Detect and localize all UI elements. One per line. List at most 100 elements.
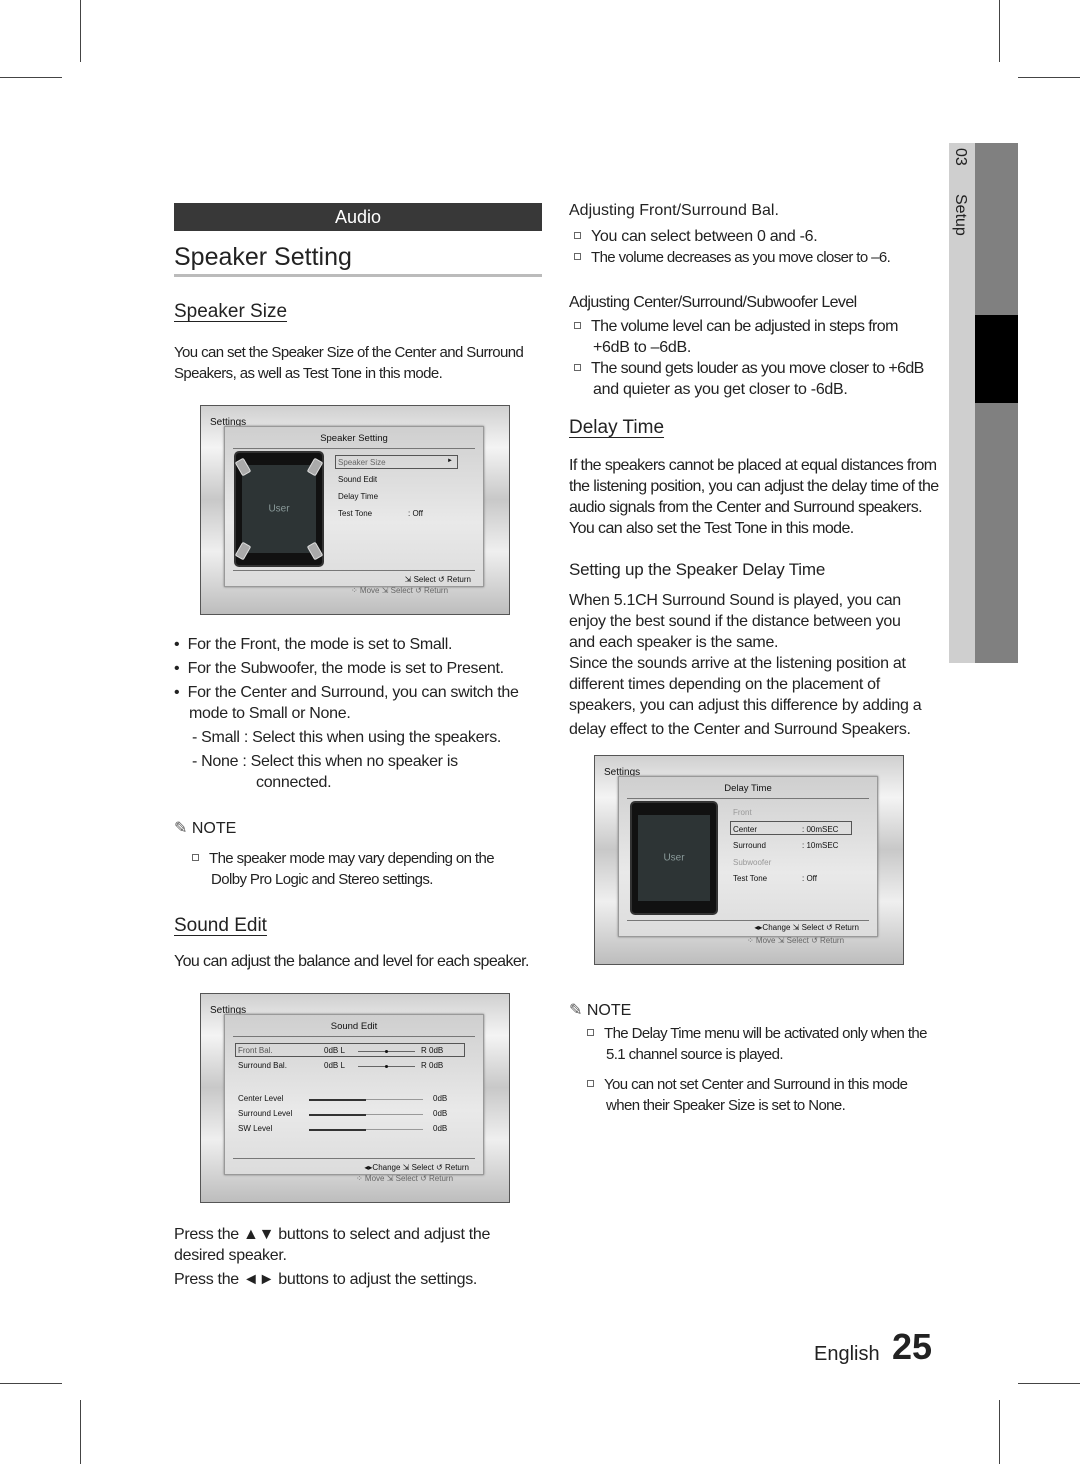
delay-item-label: Front — [733, 808, 752, 817]
menu-item-sound-edit: Sound Edit — [338, 475, 378, 484]
delay-item-value: : 10mSEC — [802, 841, 839, 850]
dialog: Delay Time User Front Center: 00mSEC Surro… — [618, 776, 878, 937]
note-item: The speaker mode may vary depending on t… — [192, 848, 495, 869]
note-heading: ✎ NOTE — [569, 1000, 631, 1020]
menu-item-speaker-size: Speaker Size — [338, 458, 386, 467]
list-text: and quieter as you get closer to -6dB. — [593, 381, 848, 398]
test-tone-value: : Off — [408, 509, 423, 518]
list-item: The volume level can be adjusted in step… — [574, 316, 898, 337]
balance-left-value: 0dB L — [324, 1061, 345, 1070]
bullet-text: For the Front, the mode is set to Small. — [187, 636, 453, 653]
balance-label: Front Bal. — [238, 1046, 273, 1055]
slider-knob — [385, 1065, 388, 1068]
crop-mark — [999, 1400, 1000, 1464]
dialog-footer: ◂▸Change ⇲ Select ↺ Return — [754, 923, 859, 932]
title-rule — [174, 274, 542, 277]
subheading: Adjusting Center/Surround/Subwoofer Leve… — [569, 294, 857, 311]
paragraph: Since the sounds arrive at the listening… — [569, 655, 906, 672]
list-text: The volume decreases as you move closer … — [591, 249, 891, 266]
note-heading: ✎ NOTE — [174, 818, 236, 838]
paragraph: When 5.1CH Surround Sound is played, you… — [569, 592, 901, 609]
speaker-layout-image: User — [234, 451, 324, 567]
delay-item-label: Center — [733, 824, 758, 834]
delay-time-heading: Delay Time — [569, 417, 665, 438]
user-label: User — [268, 503, 290, 515]
list-text: +6dB to –6dB. — [593, 339, 691, 356]
dialog: Speaker Setting User Speaker Size ► Soun… — [224, 426, 484, 587]
paragraph: speakers, you can adjust this difference… — [569, 697, 922, 714]
paragraph: You can adjust the balance and level for… — [174, 953, 529, 970]
bullet-text: For the Center and Surround, you can swi… — [187, 684, 519, 701]
section-label: Audio — [174, 203, 542, 231]
pencil-icon: ✎ — [569, 1002, 583, 1019]
dialog-footer: ◂▸Change ⇲ Select ↺ Return — [364, 1163, 469, 1172]
paragraph: Speakers, as well as Test Tone in this m… — [174, 365, 443, 382]
screen-back-footer: ⁘ Move ⇲ Select ↺ Return — [356, 1174, 454, 1183]
level-fill — [309, 1129, 366, 1131]
dialog-title: Delay Time — [724, 783, 772, 794]
paragraph: different times depending on the placeme… — [569, 676, 880, 693]
level-fill — [309, 1114, 366, 1116]
pencil-icon: ✎ — [174, 820, 188, 837]
square-bullet-icon — [574, 322, 581, 329]
paragraph: Press the ▲▼ buttons to select and adjus… — [174, 1226, 491, 1243]
paragraph: enjoy the best sound if the distance bet… — [569, 613, 901, 630]
square-bullet-icon — [587, 1080, 594, 1087]
balance-left-value: 0dB L — [324, 1046, 345, 1055]
term: - Small — [192, 729, 240, 746]
level-label: Center Level — [238, 1094, 284, 1103]
menu-item-delay-time: Delay Time — [338, 492, 379, 501]
level-fill — [309, 1099, 366, 1101]
delay-time-screenshot: Settings ⁘ Move ⇲ Select ↺ Return Delay … — [594, 755, 904, 965]
paragraph: You can set the Speaker Size of the Cent… — [174, 344, 524, 361]
paragraph: Press the ◄► buttons to adjust the setti… — [174, 1271, 478, 1288]
level-value: 0dB — [433, 1094, 448, 1103]
delay-item-value: : 00mSEC — [802, 824, 839, 834]
balance-right-value: R 0dB — [421, 1046, 444, 1055]
dialog: Sound Edit Front Bal. 0dB L R 0dB Surround … — [224, 1014, 484, 1175]
bullet: • For the Subwoofer, the mode is set to … — [174, 660, 504, 677]
list-item: You can select between 0 and -6. — [574, 226, 818, 247]
paragraph: If the speakers cannot be placed at equa… — [569, 457, 937, 474]
level-value: 0dB — [433, 1124, 448, 1133]
level-value: 0dB — [433, 1109, 448, 1118]
speaker-setting-screenshot: Settings ⁘ Move ⇲ Select ↺ Return Speake… — [200, 405, 510, 615]
level-label: SW Level — [238, 1124, 273, 1133]
note-label: NOTE — [191, 820, 237, 837]
bullet-text: mode to Small or None. — [189, 705, 351, 722]
note-text: The speaker mode may vary depending on t… — [209, 850, 495, 867]
delay-item-label: Subwoofer — [733, 857, 772, 867]
note-item: You can not set Center and Surround in t… — [587, 1074, 908, 1095]
note-text: Dolby Pro Logic and Stereo settings. — [211, 871, 433, 888]
crop-mark — [0, 77, 62, 78]
chapter-number: 03 — [952, 148, 969, 166]
note-text: The Delay Time menu will be activated on… — [604, 1025, 928, 1042]
sub-item: - None : Select this when no speaker is — [192, 751, 458, 772]
term-text: connected. — [256, 774, 332, 791]
dialog-title: Speaker Setting — [320, 433, 388, 444]
square-bullet-icon — [587, 1029, 594, 1036]
paragraph: You can also set the Test Tone in this m… — [569, 520, 854, 537]
paragraph: and each speaker is the same. — [569, 634, 779, 651]
sound-edit-screenshot: Settings ⁘ Move ⇲ Select ↺ Return Sound … — [200, 993, 510, 1203]
note-text: when their Speaker Size is set to None. — [606, 1097, 846, 1114]
speaker-size-heading: Speaker Size — [174, 301, 288, 322]
paragraph: delay effect to the Center and Surround … — [569, 721, 911, 738]
menu-item-test-tone: Test Tone — [338, 509, 373, 518]
page-number: 25 — [892, 1326, 933, 1367]
crop-mark — [80, 0, 81, 62]
bullet: • For the Center and Surround, you can s… — [174, 684, 519, 701]
arrow-right-icon: ► — [447, 458, 453, 464]
list-item: The volume decreases as you move closer … — [574, 247, 891, 268]
list-text: You can select between 0 and -6. — [591, 228, 818, 245]
square-bullet-icon — [574, 232, 581, 239]
note-label: NOTE — [586, 1002, 632, 1019]
dialog-footer: ⇲ Select ↺ Return — [404, 575, 471, 584]
slider-knob — [385, 1050, 388, 1053]
page-title: Speaker Setting — [174, 243, 352, 271]
balance-right-value: R 0dB — [421, 1061, 444, 1070]
note-text: You can not set Center and Surround in t… — [604, 1076, 908, 1093]
delay-item-label: Test Tone — [733, 874, 768, 883]
footer-language: English — [814, 1343, 880, 1365]
bullet-text: For the Subwoofer, the mode is set to Pr… — [187, 660, 504, 677]
